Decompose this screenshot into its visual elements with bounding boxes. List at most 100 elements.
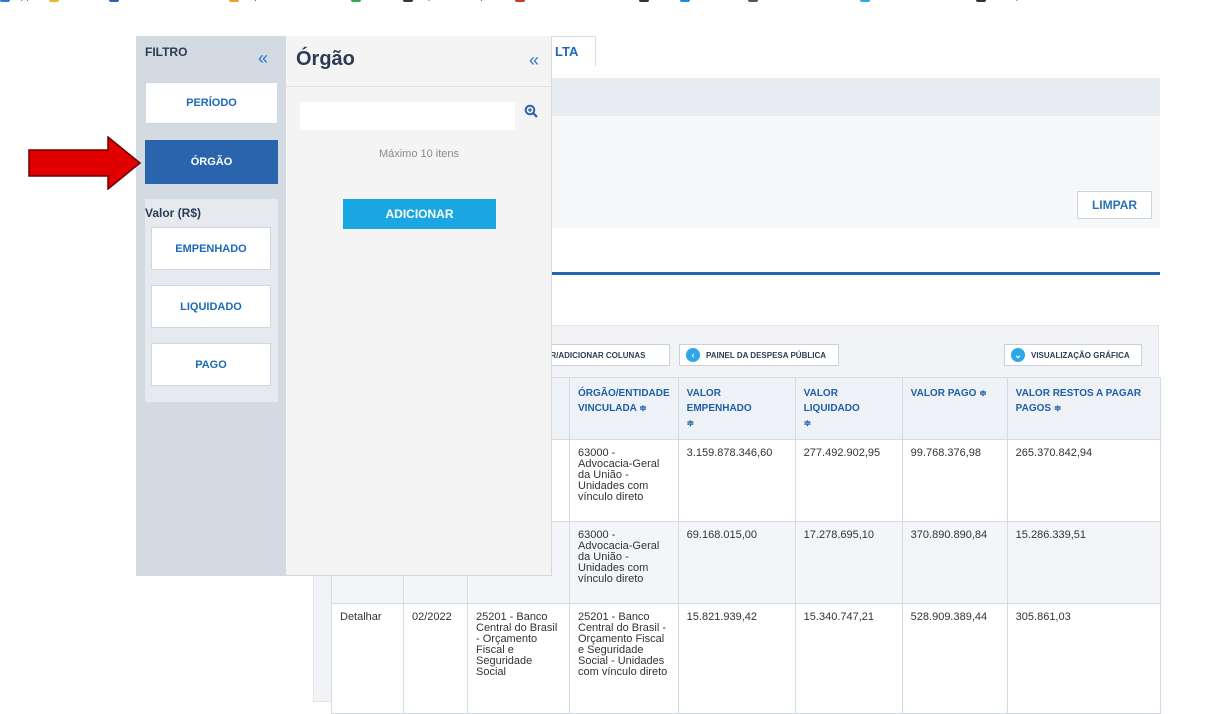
cell-valor-pago: 370.890.890,84 — [901, 521, 1008, 604]
painel-despesa-button[interactable]: ‹ PAINEL DA DESPESA PÚBLICA — [679, 344, 839, 366]
bookmark-item[interactable]: Apps — [0, 0, 37, 2]
header-label: VALOR EMPENHADO — [686, 388, 752, 414]
bookmark-item[interactable]: Entrar no Cliente Zi... — [108, 0, 217, 2]
bookmark-label: Inscrições — [990, 0, 1035, 2]
bookmark-icon — [748, 0, 759, 2]
add-columns-label: ER/ADICIONAR COLUNAS — [545, 350, 646, 360]
chevron-left-icon: ‹ — [686, 348, 700, 362]
empenhado-button[interactable]: EMPENHADO — [151, 227, 271, 270]
cell-orgao-vinculada: 63000 - Advocacia-Geral da União - Unida… — [569, 521, 679, 604]
cell-valor-restos: 15.286.339,51 — [1006, 521, 1161, 604]
sidebar-item-orgao[interactable]: ÓRGÃO — [145, 140, 278, 184]
cell-orgao: 25201 - Banco Central do Brasil - Orçame… — [467, 603, 570, 714]
bookmark-item[interactable]: Costa Sul Pescados — [859, 0, 964, 2]
bookmark-item[interactable]: Escola Virtual CGU — [748, 0, 848, 2]
bookmark-label: Sei — [653, 0, 667, 2]
bookmark-icon — [350, 0, 361, 2]
detalhar-link[interactable]: Detalhar — [331, 603, 404, 714]
sort-icon[interactable]: ≑ — [639, 403, 647, 413]
bookmarks-bar: Apps Intranet Entrar no Cliente Zi... https… — [0, 0, 1211, 8]
visualizacao-grafica-button[interactable]: ⌄ VISUALIZAÇÃO GRÁFICA — [1004, 344, 1142, 366]
bookmark-icon — [976, 0, 987, 2]
section-divider — [548, 272, 1160, 275]
bookmark-label: Apps — [14, 0, 37, 2]
cell-valor-empenhado: 3.159.878.346,60 — [677, 439, 796, 522]
cell-valor-restos: 265.370.842,94 — [1006, 439, 1161, 522]
search-icon[interactable] — [524, 104, 538, 123]
bookmarks-strip: Apps Intranet Entrar no Cliente Zi... https… — [0, 0, 1047, 8]
cell-valor-liquidado: 15.340.747,21 — [794, 603, 903, 714]
max-items-hint: Máximo 10 itens — [378, 148, 460, 160]
bookmark-icon — [0, 0, 10, 2]
header-label: VALOR LIQUIDADO — [803, 388, 860, 414]
orgao-search-input[interactable] — [300, 102, 515, 130]
cell-orgao-vinculada: 63000 - Advocacia-Geral da União - Unida… — [569, 439, 679, 522]
orgao-panel-title: Órgão — [296, 48, 355, 70]
column-header-valor-restos[interactable]: VALOR RESTOS A PAGAR PAGOS ≑ — [1006, 377, 1161, 440]
bookmark-icon — [515, 0, 526, 2]
bookmark-item[interactable]: Inscrições — [976, 0, 1035, 2]
header-label: VALOR RESTOS A PAGAR PAGOS — [1015, 388, 1142, 414]
header-label: VALOR PAGO — [910, 388, 977, 399]
sidebar-item-periodo[interactable]: PERÍODO — [145, 82, 278, 124]
column-header-valor-empenhado[interactable]: VALOR EMPENHADO ≑ — [677, 377, 796, 440]
sort-icon[interactable]: ≑ — [804, 418, 812, 428]
liquidado-button[interactable]: LIQUIDADO — [151, 285, 271, 328]
column-header-orgao-vinculada[interactable]: ÓRGÃO/ENTIDADE VINCULADA ≑ — [569, 377, 679, 440]
adicionar-button[interactable]: ADICIONAR — [343, 199, 496, 229]
bookmark-icon — [229, 0, 240, 2]
bookmark-icon — [639, 0, 650, 2]
bookmark-item[interactable]: Intranet — [48, 0, 97, 2]
consulta-tab[interactable]: LTA — [548, 36, 596, 66]
cell-valor-liquidado: 17.278.695,10 — [794, 521, 903, 604]
bookmark-item[interactable]: https://hod.serpro... — [402, 0, 503, 2]
cell-valor-restos: 305.861,03 — [1006, 603, 1161, 714]
collapse-filter-icon[interactable]: « — [258, 49, 268, 67]
bookmark-icon — [48, 0, 59, 2]
bookmark-item[interactable]: OneDrive — [679, 0, 736, 2]
bookmark-label: Intranet — [63, 0, 97, 2]
cell-mes: 02/2022 — [403, 603, 468, 714]
cell-valor-pago: 528.909.389,44 — [901, 603, 1008, 714]
cell-valor-empenhado: 69.168.015,00 — [677, 521, 796, 604]
sort-icon[interactable]: ≑ — [687, 418, 695, 428]
bookmark-icon — [859, 0, 870, 2]
bookmark-icon — [108, 0, 119, 2]
header-label: ÓRGÃO/ENTIDADE VINCULADA — [578, 388, 670, 414]
bookmark-label: Tardes na Varanda -... — [529, 0, 627, 2]
column-header-valor-liquidado[interactable]: VALOR LIQUIDADO ≑ — [794, 377, 903, 440]
cell-valor-liquidado: 277.492.902,95 — [794, 439, 903, 522]
chevron-down-icon: ⌄ — [1011, 348, 1025, 362]
bookmark-label: Entrar no Cliente Zi... — [123, 0, 217, 2]
bookmark-item[interactable]: https://www.tesouro... — [229, 0, 339, 2]
sort-icon[interactable]: ≑ — [979, 388, 987, 398]
bookmark-label: Escola Virtual CGU — [762, 0, 848, 2]
bookmark-icon — [402, 0, 413, 2]
bookmark-item[interactable]: Tardes na Varanda -... — [515, 0, 627, 2]
column-header-valor-pago[interactable]: VALOR PAGO ≑ — [901, 377, 1008, 440]
consulta-tab-label: LTA — [555, 44, 579, 59]
sort-icon[interactable]: ≑ — [1054, 403, 1062, 413]
bookmark-icon — [679, 0, 690, 2]
red-arrow-icon — [28, 135, 142, 195]
bookmark-label: Gmail — [365, 0, 391, 2]
valor-title: Valor (R$) — [145, 206, 202, 220]
limpar-button[interactable]: LIMPAR — [1077, 191, 1152, 219]
header-bar — [548, 78, 1160, 116]
add-columns-button[interactable]: ER/ADICIONAR COLUNAS — [538, 344, 670, 366]
collapse-panel-icon[interactable]: « — [529, 51, 539, 69]
bookmark-label: OneDrive — [694, 0, 736, 2]
bookmark-item[interactable]: Sei — [639, 0, 668, 2]
visualizacao-grafica-label: VISUALIZAÇÃO GRÁFICA — [1031, 350, 1130, 360]
pago-button[interactable]: PAGO — [151, 343, 271, 386]
bookmark-item[interactable]: Gmail — [350, 0, 391, 2]
cell-orgao-vinculada: 25201 - Banco Central do Brasil - Orçame… — [569, 603, 679, 714]
table-row: Detalhar 02/2022 25201 - Banco Central d… — [331, 603, 1161, 714]
filter-title: FILTRO — [145, 45, 188, 59]
cell-valor-empenhado: 15.821.939,42 — [677, 603, 796, 714]
cell-valor-pago: 99.768.376,98 — [901, 439, 1008, 522]
bookmark-label: Costa Sul Pescados — [874, 0, 964, 2]
bookmark-label: https://hod.serpro... — [417, 0, 503, 2]
bookmark-label: https://www.tesouro... — [243, 0, 339, 2]
painel-despesa-label: PAINEL DA DESPESA PÚBLICA — [706, 350, 827, 360]
